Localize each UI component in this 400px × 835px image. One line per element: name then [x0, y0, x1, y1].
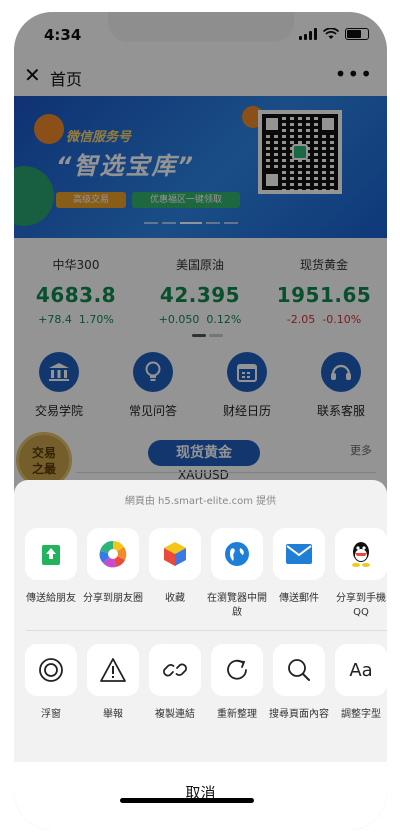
item-label: 調整字型 [341, 709, 381, 720]
item-label: 舉報 [103, 709, 123, 720]
refresh-button[interactable]: 重新整理 [206, 644, 268, 722]
item-label: 傳送給朋友 [26, 593, 76, 604]
qq-icon [335, 528, 387, 580]
share-moments-button[interactable]: 分享到朋友圈 [82, 528, 144, 606]
item-label: 複製連結 [155, 709, 195, 720]
search-page-button[interactable]: 搜尋頁面內容 [268, 644, 330, 722]
report-icon [87, 644, 139, 696]
item-label: 搜尋頁面內容 [269, 709, 329, 720]
phone-screen: 4:34 ✕ 首页 ••• 微信服务号 “智选宝库” 高级交易 优惠福区一键领取 [14, 12, 387, 830]
copy-link-button[interactable]: 複製連結 [144, 644, 206, 722]
search-icon [273, 644, 325, 696]
action-row: 浮窗 舉報 複製連結 重新整理 搜尋頁面內容 Aa 調整字型 [14, 644, 387, 754]
font-size-icon: Aa [335, 644, 387, 696]
browser-icon [211, 528, 263, 580]
favorite-button[interactable]: 收藏 [144, 528, 206, 606]
mail-icon [273, 528, 325, 580]
sheet-header: 網頁由 h5.smart-elite.com 提供 [124, 496, 277, 507]
item-label: 傳送郵件 [279, 593, 319, 604]
item-label: 在瀏覽器中開啟 [207, 593, 267, 618]
item-label: 分享到手機QQ [336, 593, 386, 618]
refresh-icon [211, 644, 263, 696]
link-icon [149, 644, 201, 696]
home-indicator[interactable] [120, 798, 254, 803]
open-in-browser-button[interactable]: 在瀏覽器中開啟 [206, 528, 268, 620]
item-label: 重新整理 [217, 709, 257, 720]
moments-icon [87, 528, 139, 580]
adjust-font-button[interactable]: Aa 調整字型 [330, 644, 387, 722]
float-window-button[interactable]: 浮窗 [20, 644, 82, 722]
favorite-icon [149, 528, 201, 580]
send-to-friend-button[interactable]: 傳送給朋友 [20, 528, 82, 606]
cancel-bar: 取消 [14, 762, 387, 830]
report-button[interactable]: 舉報 [82, 644, 144, 722]
item-label: 浮窗 [41, 709, 61, 720]
share-row: 傳送給朋友 分享到朋友圈 收藏 在瀏覽器中開啟 傳送郵件 分享到手機QQ [14, 528, 387, 638]
send-mail-button[interactable]: 傳送郵件 [268, 528, 330, 606]
item-label: 收藏 [165, 593, 185, 604]
share-sheet: 網頁由 h5.smart-elite.com 提供 傳送給朋友 分享到朋友圈 收… [14, 480, 387, 830]
send-to-friend-icon [25, 528, 77, 580]
item-label: 分享到朋友圈 [83, 593, 143, 604]
share-qq-button[interactable]: 分享到手機QQ [330, 528, 387, 620]
float-window-icon [25, 644, 77, 696]
divider [26, 630, 387, 631]
